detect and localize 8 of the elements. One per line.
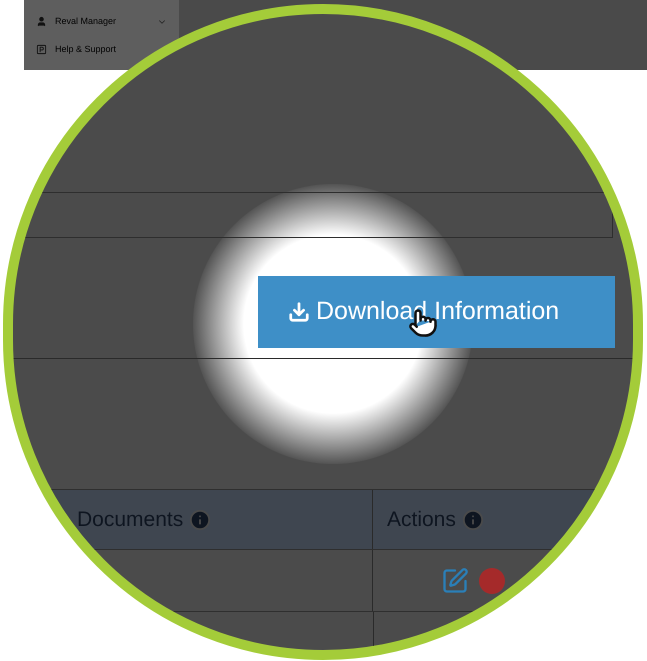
sidebar-item[interactable]: Reval Manager	[24, 8, 179, 35]
delete-icon[interactable]	[479, 568, 505, 594]
user-icon	[36, 16, 47, 27]
download-icon	[288, 300, 310, 323]
info-icon	[462, 508, 484, 531]
edit-icon[interactable]	[441, 566, 469, 595]
sidebar-item[interactable]: Help & Support	[24, 36, 128, 63]
info-icon	[189, 508, 212, 531]
